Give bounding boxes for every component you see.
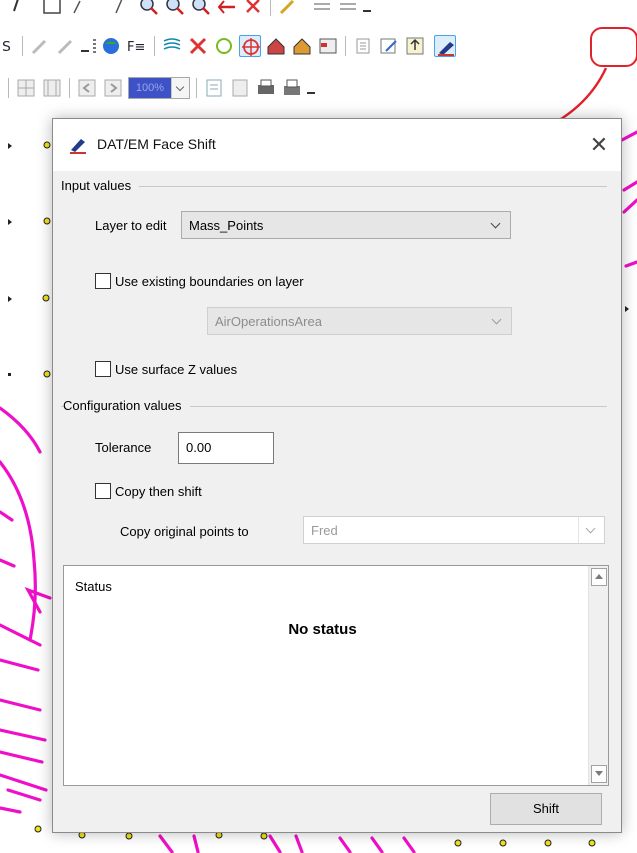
toolbar-separator [345,36,346,56]
import-tool-icon[interactable] [404,35,426,57]
house-tool-icon[interactable] [265,35,287,57]
toolbar-overflow-icon[interactable] [81,40,89,52]
dialog-title: DAT/EM Face Shift [97,136,216,152]
delete-tool-icon[interactable] [242,0,264,17]
edit-disabled-2-icon[interactable] [55,35,77,57]
copy-to-label: Copy original points to [120,524,249,539]
chevron-down-icon [485,308,511,334]
status-title: Status [75,579,112,594]
toolbar-separator [196,78,197,98]
copy-then-shift-label: Copy then shift [115,483,202,499]
slash-tool-icon[interactable] [112,0,134,17]
toolbar-separator [154,36,155,56]
zoom-window-icon[interactable] [190,0,212,17]
toolbar-overflow-icon[interactable] [363,0,371,12]
chevron-down-icon [484,212,510,238]
copy-to-value: Fred [311,522,338,538]
use-surface-z-checkbox[interactable] [95,361,111,377]
dialog-titlebar[interactable]: DAT/EM Face Shift ✕ [53,119,621,171]
use-boundaries-label: Use existing boundaries on layer [115,273,304,289]
zoom-out-icon[interactable] [164,0,186,17]
layer-select[interactable]: Mass_Points [181,211,511,239]
break-contour-icon[interactable] [187,35,209,57]
sort-tool-icon[interactable]: ꓢ [2,35,16,57]
use-surface-z-label: Use surface Z values [115,361,238,377]
pointer-tool-icon[interactable] [8,0,30,17]
toolbar-row-3: 100% [0,70,637,106]
print-setup-icon[interactable] [281,77,303,99]
close-icon[interactable]: ✕ [583,129,615,161]
feature-list-icon[interactable]: F≡ [126,35,148,57]
scroll-up-icon[interactable] [591,568,607,586]
use-boundaries-option[interactable]: Use existing boundaries on layer [95,273,304,289]
boundary-layer-select: AirOperationsArea [207,307,512,335]
face-shift-title-icon [70,139,86,154]
layer-select-value: Mass_Points [189,217,264,233]
contour-edit-icon[interactable] [213,35,235,57]
input-group-divider [61,186,607,187]
toolbar-row-1 [0,0,637,20]
tile-grid-icon[interactable] [15,77,37,99]
tolerance-label: Tolerance [95,440,152,455]
rectangle-tool-icon[interactable] [42,0,64,17]
shift-button[interactable]: Shift [490,793,602,825]
zoom-value: 100% [129,78,171,98]
zoom-select[interactable]: 100% [128,77,190,99]
copy-to-select: Fred [303,516,605,544]
equal-tool-2-icon[interactable] [337,0,359,17]
tolerance-input[interactable]: 0.00 [178,432,274,464]
face-shift-icon[interactable] [434,35,456,57]
edit-disabled-icon[interactable] [29,35,51,57]
status-panel: Status No status [63,565,609,786]
toolbar-separator [69,78,70,98]
crosshair-icon[interactable] [239,35,261,57]
toolbar-overflow-icon[interactable] [307,82,315,94]
house-tool-2-icon[interactable] [291,35,313,57]
layer-label: Layer to edit [95,218,167,233]
page-view-icon[interactable] [203,77,225,99]
pen-tool-icon[interactable] [277,0,299,17]
toolbar-separator [22,36,23,56]
face-shift-dialog: DAT/EM Face Shift ✕ Input values Layer t… [52,118,622,833]
grid-window-icon[interactable] [317,35,339,57]
equal-tool-icon[interactable] [311,0,333,17]
scroll-down-icon[interactable] [591,765,607,783]
edit-table-icon[interactable] [378,35,400,57]
previous-page-icon[interactable] [76,77,98,99]
zoom-dropdown-arrow-icon[interactable] [171,78,189,98]
toolbar-separator [270,0,271,16]
config-group-label: Configuration values [63,398,190,413]
toolbar-row-2: ꓢ F≡ [0,30,637,62]
copy-then-shift-checkbox[interactable] [95,483,111,499]
highlight-ring [590,27,637,67]
use-surface-z-option[interactable]: Use surface Z values [95,361,237,377]
zoom-in-icon[interactable] [138,0,160,17]
boundary-layer-value: AirOperationsArea [215,313,322,329]
svg-text:ꓢ: ꓢ [2,39,11,55]
line-tool-icon[interactable] [68,0,90,17]
table-tool-icon[interactable] [352,35,374,57]
status-scrollbar[interactable] [588,566,608,785]
globe-tool-icon[interactable] [100,35,122,57]
status-message: No status [288,621,357,638]
svg-text:F≡: F≡ [127,40,145,55]
input-group-label: Input values [61,178,140,193]
zoom-previous-icon[interactable] [216,0,238,17]
use-boundaries-checkbox[interactable] [95,273,111,289]
print-tool-icon[interactable] [255,77,277,99]
tile-grid-2-icon[interactable] [41,77,63,99]
next-page-icon[interactable] [102,77,124,99]
contour-up-icon[interactable] [161,35,183,57]
copy-then-shift-option[interactable]: Copy then shift [95,483,202,499]
chevron-down-icon [578,517,604,543]
toolbar-separator [8,78,9,98]
toolbar-grip[interactable] [93,39,96,53]
page-grid-icon[interactable] [229,77,251,99]
